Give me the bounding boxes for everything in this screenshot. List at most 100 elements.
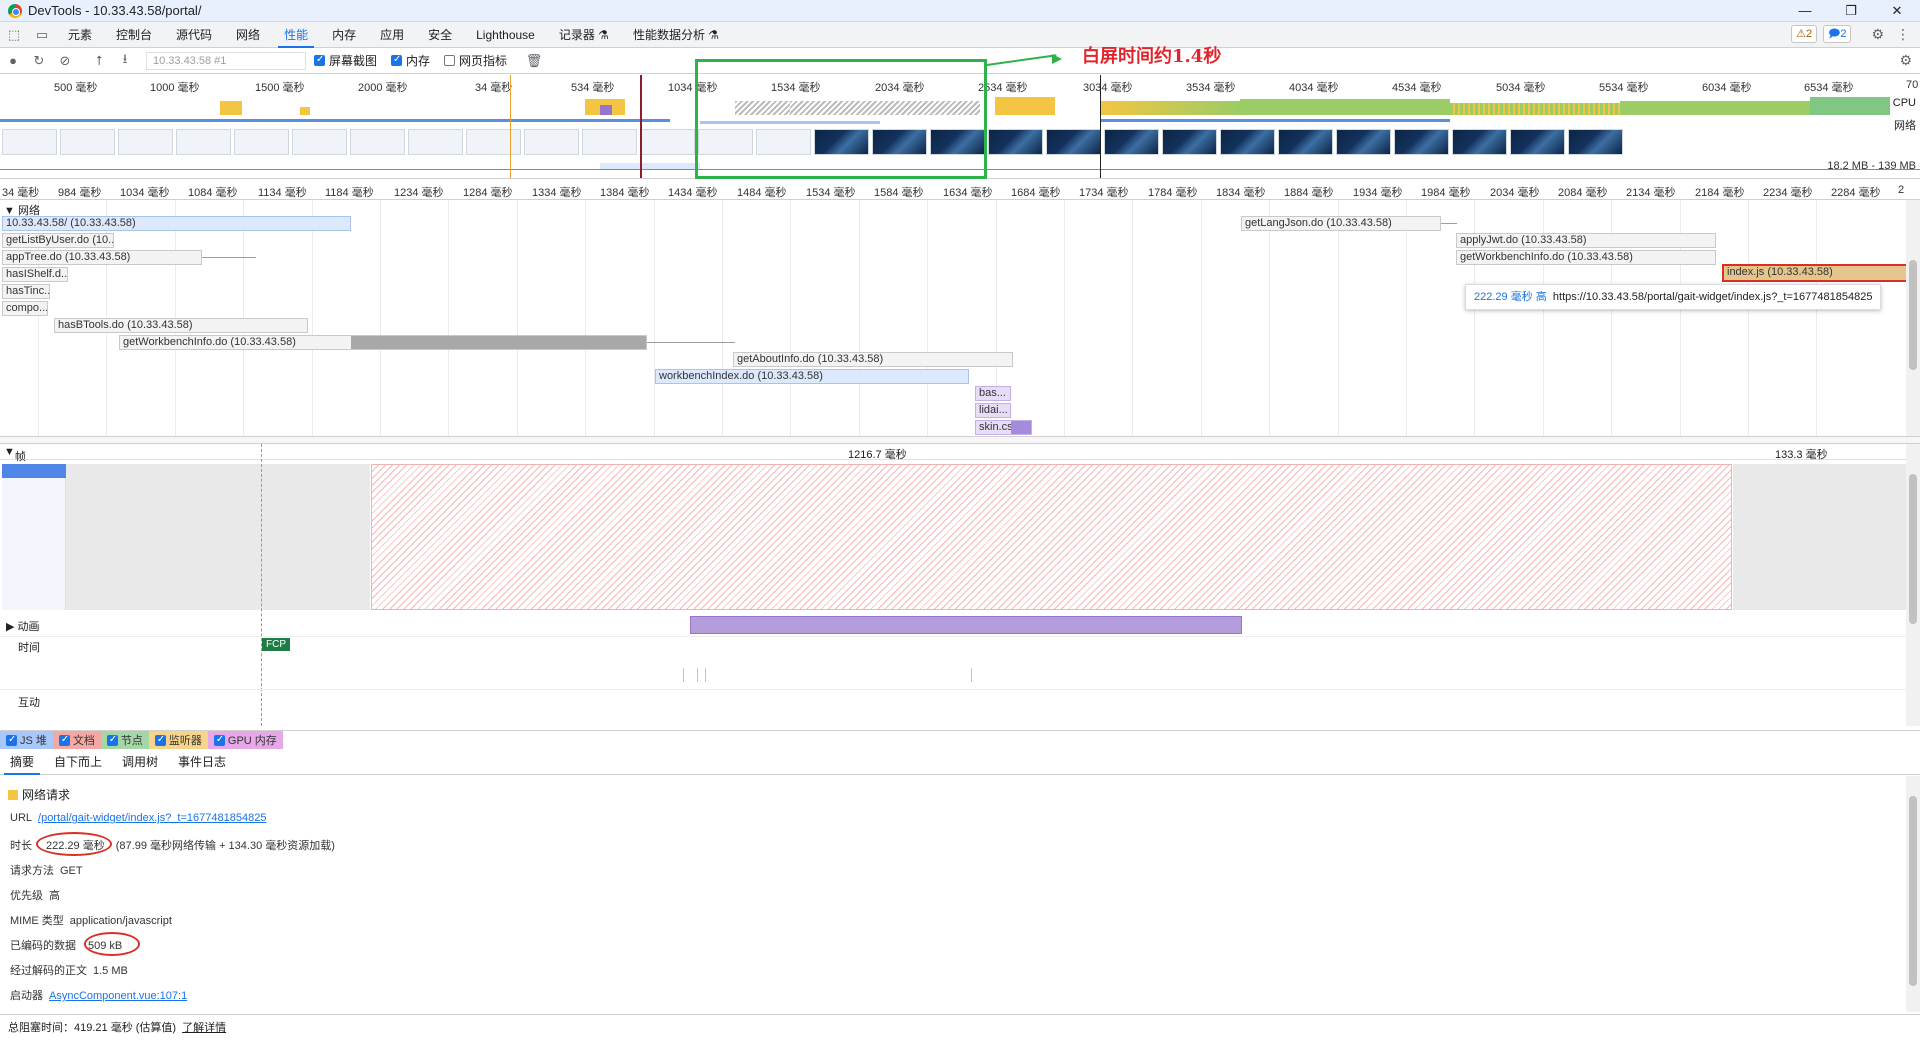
ruler-tick: 1784 毫秒 — [1148, 187, 1198, 199]
network-scrollbar[interactable] — [1906, 200, 1920, 436]
tab-network[interactable]: 网络 — [224, 22, 272, 48]
ruler-tick: 1434 毫秒 — [668, 187, 718, 199]
reload-record-icon[interactable]: ↻ — [26, 53, 52, 69]
inspect-icon[interactable]: ⬚ — [0, 27, 28, 43]
clear-icon[interactable]: ⊘ — [52, 53, 78, 69]
ruler-tick: 1834 毫秒 — [1216, 187, 1266, 199]
tab-performance-insights[interactable]: 性能数据分析 ⚗ — [621, 22, 731, 48]
network-request-bar[interactable]: appTree.do (10.33.43.58) — [2, 250, 202, 265]
summary-title: 网络请求 — [8, 786, 70, 803]
network-request-bar[interactable]: bas... — [975, 386, 1011, 401]
tab-security[interactable]: 安全 — [416, 22, 464, 48]
fcp-marker[interactable]: FCP — [262, 638, 290, 651]
network-request-bar[interactable]: lidai... — [975, 403, 1011, 418]
initiator-link[interactable]: AsyncComponent.vue:107:1 — [49, 990, 187, 1002]
cpu-label: CPU — [1892, 97, 1916, 109]
long-dropped-frame[interactable] — [371, 464, 1732, 610]
legend-gpu-memory[interactable]: GPU 内存 — [207, 731, 283, 749]
tab-memory[interactable]: 内存 — [320, 22, 368, 48]
capture-settings-gear-icon[interactable]: ⚙ — [1899, 52, 1912, 69]
long-frame-duration: 1216.7 毫秒 — [848, 449, 907, 461]
panel-splitter[interactable] — [0, 436, 1920, 444]
total-blocking-time: 总阻塞时间：419.21 毫秒 (估算值) — [8, 1022, 177, 1034]
close-icon[interactable]: ✕ — [1874, 0, 1920, 22]
network-request-bar[interactable]: getListByUser.do (10... — [2, 233, 114, 248]
upload-icon[interactable]: ⭡ — [86, 53, 112, 69]
network-request-bar[interactable]: compo... — [2, 301, 48, 316]
profile-select[interactable]: 10.33.43.58 #1 — [146, 51, 306, 70]
network-request-bar[interactable]: hasBTools.do (10.33.43.58) — [54, 318, 308, 333]
network-request-bar[interactable]: applyJwt.do (10.33.43.58) — [1456, 233, 1716, 248]
device-toggle-icon[interactable]: ▭ — [28, 27, 56, 43]
network-request-bar[interactable]: getLangJson.do (10.33.43.58) — [1241, 216, 1441, 231]
tab-application[interactable]: 应用 — [368, 22, 416, 48]
tab-performance[interactable]: 性能 — [272, 22, 320, 48]
network-request-bar[interactable]: getAboutInfo.do (10.33.43.58) — [733, 352, 1013, 367]
ruler-tick: 1134 毫秒 — [258, 187, 307, 199]
record-icon[interactable]: ● — [0, 53, 26, 68]
summary-priority-row: 优先级高 — [10, 890, 60, 902]
frame-cell[interactable] — [66, 464, 370, 610]
web-vitals-toggle[interactable]: 网页指标 — [444, 52, 507, 69]
ruler-tick: 1634 毫秒 — [943, 187, 993, 199]
tab-elements[interactable]: 元素 — [56, 22, 104, 48]
network-request-bar-selected[interactable]: index.js (10.33.43.58) — [1722, 264, 1906, 282]
network-request-bar[interactable]: hasIShelf.d... — [2, 267, 68, 282]
more-menu-icon[interactable]: ⋮ — [1896, 26, 1910, 43]
network-request-bar[interactable]: 10.33.43.58/ (10.33.43.58) — [2, 216, 351, 231]
screenshots-toggle[interactable]: 屏幕截图 — [314, 52, 377, 69]
warnings-badge[interactable]: ⚠2 — [1791, 25, 1818, 43]
web-vitals-checkbox[interactable] — [444, 55, 456, 66]
network-request-bar[interactable]: hasTinc... — [2, 284, 50, 299]
request-url-link[interactable]: /portal/gait-widget/index.js?_t=16774818… — [38, 812, 266, 824]
highlight-box — [695, 59, 987, 179]
tab-recorder[interactable]: 记录器 ⚗ — [547, 22, 621, 48]
tab-console[interactable]: 控制台 — [104, 22, 164, 48]
details-tabs: 摘要 自下而上 调用树 事件日志 — [0, 749, 1920, 775]
network-request-bar[interactable]: getWorkbenchInfo.do (10.33.43.58) — [1456, 250, 1716, 265]
tab-lighthouse[interactable]: Lighthouse — [464, 22, 547, 48]
screenshots-checkbox[interactable] — [314, 54, 325, 66]
network-request-bar[interactable]: getWorkbenchInfo.do (10.33.43.58) — [119, 335, 647, 350]
frame-cell[interactable] — [1733, 464, 1906, 610]
memory-checkbox[interactable] — [391, 54, 403, 66]
legend-listeners[interactable]: 监听器 — [148, 731, 208, 749]
animation-track-label[interactable]: ▶ 动画 — [6, 618, 40, 634]
ruler-tick: 2234 毫秒 — [1763, 187, 1813, 199]
learn-more-link[interactable]: 了解详情 — [182, 1022, 226, 1034]
memory-toggle[interactable]: 内存 — [391, 52, 430, 69]
tab-bottom-up[interactable]: 自下而上 — [44, 749, 112, 775]
frames-header: ▼ 帧 1216.7 毫秒 133.3 毫秒 — [0, 444, 1906, 463]
tab-summary[interactable]: 摘要 — [0, 749, 44, 775]
download-icon[interactable]: ⭳ — [112, 50, 138, 72]
tab-sources[interactable]: 源代码 — [164, 22, 224, 48]
tooltip-priority: 高 — [1535, 291, 1547, 303]
frames-section-label[interactable]: ▼ 帧 — [4, 446, 26, 463]
title-bar: DevTools - 10.33.43.58/portal/ — ❐ ✕ — [0, 0, 1920, 22]
animation-bar[interactable] — [690, 616, 1242, 634]
ruler-tick: 1734 毫秒 — [1079, 187, 1129, 199]
legend-nodes[interactable]: 节点 — [100, 731, 149, 749]
issues-badge[interactable]: 🗩2 — [1823, 25, 1852, 43]
summary-decoded-row: 经过解码的正文 1.5 MB — [10, 965, 128, 977]
ruler-tick: 1184 毫秒 — [325, 187, 374, 199]
minimize-icon[interactable]: — — [1782, 0, 1828, 22]
tab-event-log[interactable]: 事件日志 — [168, 749, 236, 775]
network-request-bar[interactable]: workbenchIndex.do (10.33.43.58) — [655, 369, 969, 384]
network-request-bar[interactable]: skin.css... — [975, 420, 1032, 435]
trash-icon[interactable]: 🗑 — [521, 53, 547, 69]
summary-url-row: URL/portal/gait-widget/index.js?_t=16774… — [10, 812, 267, 824]
tab-call-tree[interactable]: 调用树 — [112, 749, 168, 775]
summary-scrollbar[interactable] — [1906, 776, 1920, 1012]
timeline-ruler: 34 毫秒 984 毫秒 1034 毫秒 1084 毫秒 1134 毫秒 118… — [0, 180, 1920, 200]
restore-icon[interactable]: ❐ — [1828, 0, 1874, 22]
tooltip-time: 222.29 毫秒 — [1474, 291, 1533, 303]
frame-cell[interactable] — [2, 464, 66, 610]
frame-selected[interactable] — [2, 464, 66, 478]
frames-scrollbar[interactable] — [1906, 444, 1920, 726]
legend-js-heap[interactable]: JS 堆 — [0, 731, 53, 749]
network-request-label: getWorkbenchInfo.do (10.33.43.58) — [123, 336, 296, 348]
ruler-tick: 1584 毫秒 — [874, 187, 924, 199]
settings-gear-icon[interactable]: ⚙ — [1871, 26, 1884, 43]
legend-documents[interactable]: 文档 — [52, 731, 101, 749]
